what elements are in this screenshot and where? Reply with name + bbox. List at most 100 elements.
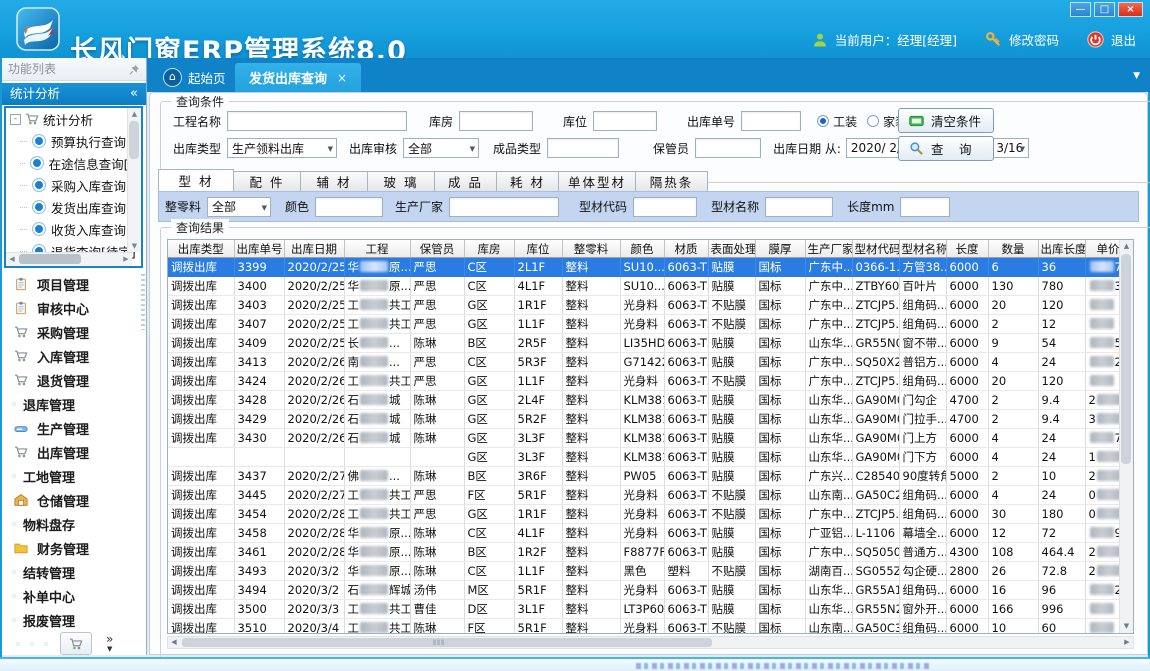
tab-home[interactable]: ⌂ 起始页 <box>153 63 236 92</box>
toolbar-cart-button[interactable] <box>60 632 92 655</box>
scrollbar-thumb[interactable] <box>182 638 712 647</box>
table-row[interactable]: 调拨出库34452020/2/27工共工程严思F区5R1F整料光身料6063-T… <box>168 486 1120 505</box>
tree-root-node[interactable]: - 统计分析 <box>6 108 141 130</box>
tree-horizontal-scrollbar[interactable]: ◀ ▶ <box>6 252 132 266</box>
out-type-select[interactable]: 生产领料出库 ▼ <box>227 138 337 158</box>
table-row[interactable]: G区3L3F整料KLM38176063-T5贴膜国标山东华...GA90M09.… <box>168 448 1120 467</box>
sidebar-item-仓储管理[interactable]: 仓储管理 <box>2 488 147 512</box>
keeper-input[interactable] <box>695 138 761 158</box>
table-row[interactable]: 调拨出库34282020/2/26石城陈琳G区2L4F整料KLM38176063… <box>168 391 1120 410</box>
material-tab-成品[interactable]: 成 品 <box>435 171 497 192</box>
table-row[interactable]: 调拨出库34292020/2/26石城陈琳G区5R2F整料KLM38176063… <box>168 410 1120 429</box>
column-header[interactable]: 型材名称 <box>899 240 946 258</box>
material-tab-型材[interactable]: 型 材 <box>158 169 234 192</box>
warehouse-input[interactable] <box>459 111 533 131</box>
scrollbar-thumb[interactable] <box>19 254 81 264</box>
scroll-down-icon[interactable]: ▼ <box>128 240 141 252</box>
profile-name-input[interactable] <box>765 197 833 217</box>
column-header[interactable]: 材质 <box>664 240 708 258</box>
column-header[interactable]: 数量 <box>988 240 1038 258</box>
sidebar-item-补单中心[interactable]: 补单中心 <box>2 584 147 608</box>
tree-item[interactable]: 收货入库查询 <box>6 218 141 240</box>
maximize-button[interactable]: □ <box>1094 2 1115 17</box>
sidebar-item-项目管理[interactable]: 项目管理 <box>2 272 147 296</box>
sidebar-item-退库管理[interactable]: 退库管理 <box>2 392 147 416</box>
length-input[interactable] <box>900 197 950 217</box>
material-tab-配件[interactable]: 配 件 <box>234 171 301 192</box>
material-tab-辅材[interactable]: 辅 材 <box>301 171 368 192</box>
sidebar-item-报废管理[interactable]: 报废管理 <box>2 608 147 632</box>
column-header[interactable]: 膜厚 <box>755 240 805 258</box>
tab-close-icon[interactable]: × <box>337 71 347 85</box>
grid-horizontal-scrollbar[interactable]: ◀ ⦀⦀⦀ ▶ <box>167 636 1134 649</box>
column-header[interactable]: 表面处理 <box>708 240 755 258</box>
manufacturer-input[interactable] <box>449 197 559 217</box>
scrollbar-thumb[interactable] <box>1121 254 1131 464</box>
material-tab-耗材[interactable]: 耗 材 <box>497 171 559 192</box>
table-row[interactable]: 调拨出库34582020/2/28华原...陈琳C区4L1F整料光身料6063-… <box>168 524 1120 543</box>
table-row[interactable]: 调拨出库35102020/3/4工共工程陈琳F区5R1F整料光身料6063-T5… <box>168 619 1120 634</box>
column-header[interactable]: 工程 <box>344 240 410 258</box>
grid-vertical-scrollbar[interactable]: ▲ ▼ <box>1119 240 1133 633</box>
material-tab-隔热条[interactable]: 隔热条 <box>636 171 708 192</box>
clear-conditions-button[interactable]: 清空条件 <box>898 108 994 133</box>
scroll-left-icon[interactable]: ◀ <box>6 253 18 266</box>
minimize-button[interactable]: — <box>1070 2 1091 17</box>
audit-select[interactable]: 全部 ▼ <box>403 138 479 158</box>
tree-item[interactable]: 预算执行查询 <box>6 130 141 152</box>
table-row[interactable]: 调拨出库34242020/2/26工共工程严思G区1L1F整料光身料6063-T… <box>168 372 1120 391</box>
table-row[interactable]: 调拨出库34032020/2/25工共工程严思G区1R1F整料光身料6063-T… <box>168 296 1120 315</box>
column-header[interactable]: 生产厂家 <box>805 240 852 258</box>
sidebar-item-出库管理[interactable]: 出库管理 <box>2 440 147 464</box>
table-row[interactable]: 调拨出库34302020/2/26石城陈琳G区3L3F整料KLM38176063… <box>168 429 1120 448</box>
collapse-chevron-icon[interactable]: « <box>130 83 138 105</box>
scroll-left-icon[interactable]: ◀ <box>168 637 180 648</box>
tree-item[interactable]: 采购入库查询 <box>6 174 141 196</box>
table-row[interactable]: 调拨出库34092020/2/25长...陈琳B区2R5F整料LI35HD606… <box>168 334 1120 353</box>
pin-icon[interactable] <box>129 64 140 75</box>
column-header[interactable]: 整零料 <box>562 240 620 258</box>
column-header[interactable]: 长度 <box>946 240 988 258</box>
column-header[interactable]: 型材代码 <box>852 240 899 258</box>
radio-industrial[interactable]: 工装 <box>817 113 857 130</box>
table-row[interactable]: 调拨出库34002020/2/25华原...严思C区4L1F整料SU10...6… <box>168 277 1120 296</box>
menu-scrollbar[interactable] <box>141 274 145 330</box>
scroll-up-icon[interactable]: ▲ <box>128 108 141 120</box>
sidebar-item-审核中心[interactable]: 审核中心 <box>2 296 147 320</box>
sidebar-item-结转管理[interactable]: 结转管理 <box>2 560 147 584</box>
table-row[interactable]: 调拨出库34542020/2/28工共工程严思G区1R1F整料光身料6063-T… <box>168 505 1120 524</box>
close-button[interactable]: × <box>1118 2 1143 17</box>
logout-link[interactable]: 退出 <box>1111 30 1136 49</box>
order-no-input[interactable] <box>741 111 801 131</box>
table-row[interactable]: 调拨出库34132020/2/26南...严思C区5R3F整料G71422606… <box>168 353 1120 372</box>
part-select[interactable]: 全部 ▼ <box>207 197 271 217</box>
column-header[interactable]: 出库长度 <box>1038 240 1085 258</box>
product-type-input[interactable] <box>547 138 619 158</box>
tab-list-caret-icon[interactable]: ▼ <box>1133 71 1140 81</box>
sidebar-item-退货管理[interactable]: 退货管理 <box>2 368 147 392</box>
scroll-up-icon[interactable]: ▲ <box>1120 240 1133 253</box>
column-header[interactable]: 出库单号 <box>234 240 284 258</box>
tree-vertical-scrollbar[interactable]: ▲ ▼ <box>127 108 141 252</box>
sidebar-item-生产管理[interactable]: 生产管理 <box>2 416 147 440</box>
column-header[interactable]: 颜色 <box>620 240 664 258</box>
scrollbar-grip[interactable]: ⦀⦀⦀ <box>433 639 445 648</box>
column-header[interactable]: 单价 <box>1085 240 1120 258</box>
column-header[interactable]: 库位 <box>514 240 562 258</box>
table-row[interactable]: 调拨出库34942020/3/2石辉城汤伟M区5R1F整料光身料6063-T5贴… <box>168 581 1120 600</box>
tree-item[interactable]: 在途信息查询[待 <box>6 152 141 174</box>
tree-expand-icon[interactable]: - <box>10 114 21 125</box>
material-tab-玻璃[interactable]: 玻 璃 <box>368 171 435 192</box>
color-input[interactable] <box>315 197 383 217</box>
table-row[interactable]: 调拨出库34612020/2/28华原...陈琳B区1R2F整料F8877FT6… <box>168 543 1120 562</box>
column-header[interactable]: 出库类型 <box>168 240 234 258</box>
project-name-input[interactable] <box>227 111 407 131</box>
column-header[interactable]: 库房 <box>464 240 514 258</box>
search-button[interactable]: 查 询 <box>898 136 994 161</box>
table-row[interactable]: 调拨出库35002020/3/3工共工程曹佳D区3L1F整料LT3P606063… <box>168 600 1120 619</box>
scroll-down-icon[interactable]: ▼ <box>1120 620 1133 633</box>
tab-shipping-outbound-query[interactable]: 发货出库查询 × <box>235 63 361 92</box>
sidebar-item-工地管理[interactable]: 工地管理 <box>2 464 147 488</box>
scroll-right-icon[interactable]: ▶ <box>1121 637 1133 648</box>
tree-item[interactable]: 发货出库查询 <box>6 196 141 218</box>
